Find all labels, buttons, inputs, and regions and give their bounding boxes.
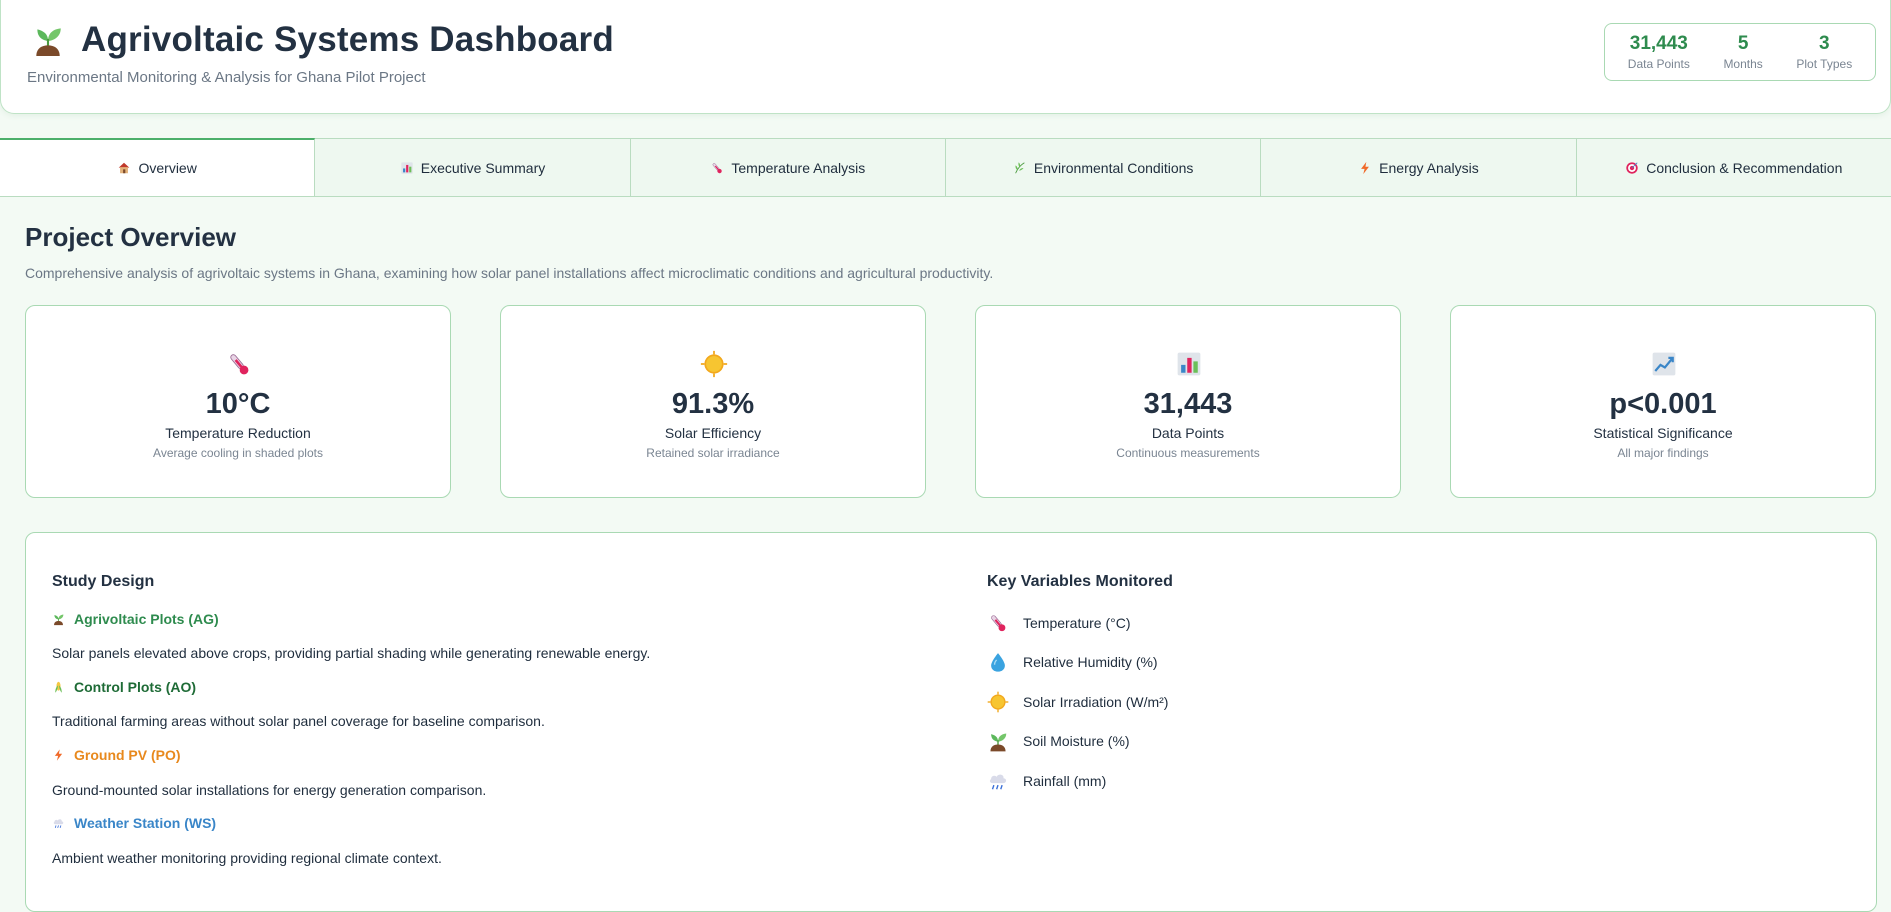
sun-icon [700,350,728,378]
variable-label: Soil Moisture (%) [1023,733,1130,749]
seedling-icon [52,612,65,626]
variables-title: Key Variables Monitored [987,573,1173,590]
page-subtitle: Environmental Monitoring & Analysis for … [27,69,426,86]
study-design-title: Study Design [52,573,155,590]
droplet-icon [987,651,1009,673]
metric-value: p<0.001 [1609,388,1717,420]
metric-label: Temperature Reduction [165,425,311,441]
variable-label: Relative Humidity (%) [1023,654,1158,670]
stat-value: 3 [1819,33,1830,54]
lightning-icon [1358,161,1372,175]
metric-label: Data Points [1151,425,1225,441]
tab-label: Overview [138,160,197,176]
metric-subtext: Continuous measurements [1116,446,1260,460]
stat-value: 5 [1737,33,1749,54]
plot-type-control: Control Plots (AO) [52,679,196,695]
plot-description: Ground-mounted solar installations for e… [52,782,487,798]
metric-subtext: All major findings [1617,446,1709,460]
variable-humidity: Relative Humidity (%) [987,651,1158,673]
metric-card-solar-efficiency: 91.3% Solar Efficiency Retained solar ir… [500,305,926,498]
metric-value: 91.3% [671,388,755,420]
variable-rainfall: Rainfall (mm) [987,770,1106,792]
tab-label: Executive Summary [420,159,546,176]
metric-cards: 10°C Temperature Reduction Average cooli… [25,305,1877,498]
stat-label: Plot Types [1796,57,1853,71]
plot-type-agrivoltaic: Agrivoltaic Plots (AG) [52,611,219,627]
sun-icon [987,691,1009,713]
tab-environmental-conditions[interactable]: Environmental Conditions [946,139,1262,196]
study-design-panel: Study Design Agrivoltaic Plots (AG) Sola… [25,532,1877,912]
page-title: Agrivoltaic Systems Dashboard [81,20,614,59]
metric-value: 10°C [205,388,271,420]
plot-type-weather-station: Weather Station (WS) [52,815,216,831]
plot-name: Control Plots (AO) [74,679,197,695]
plot-name: Weather Station (WS) [74,815,217,831]
corn-icon [52,680,65,694]
rain-cloud-icon [987,770,1009,792]
metric-label: Statistical Significance [1593,425,1733,441]
tab-label: Temperature Analysis [731,159,866,176]
thermometer-icon [987,612,1009,634]
tab-label: Conclusion & Recommendation [1646,159,1843,176]
lightning-icon [52,748,65,762]
seedling-icon [31,20,65,60]
header-stats: 31,443 Data Points 5 Months 3 Plot Types [1604,23,1876,81]
variable-label: Solar Irradiation (W/m²) [1023,694,1169,710]
tab-bar: Overview Executive Summary Temperature A… [0,138,1891,197]
tab-conclusion[interactable]: Conclusion & Recommendation [1577,139,1891,196]
plot-description: Solar panels elevated above crops, provi… [52,645,651,661]
trend-up-icon [1650,350,1678,378]
variable-irradiation: Solar Irradiation (W/m²) [987,691,1168,713]
metric-subtext: Average cooling in shaded plots [153,446,323,460]
tab-temperature-analysis[interactable]: Temperature Analysis [631,139,946,196]
dashboard-header: Agrivoltaic Systems Dashboard Environmen… [0,0,1891,114]
stat-label: Months [1723,57,1763,71]
thermometer-icon [710,161,724,175]
seedling-icon [987,730,1009,752]
plot-name: Ground PV (PO) [74,747,181,763]
plot-description: Ambient weather monitoring providing reg… [52,850,442,866]
tab-energy-analysis[interactable]: Energy Analysis [1261,139,1577,196]
house-icon [117,161,131,175]
herb-icon [1013,161,1027,175]
stat-data-points: 31,443 Data Points [1628,33,1690,71]
section-description: Comprehensive analysis of agrivoltaic sy… [25,265,994,281]
metric-subtext: Retained solar irradiance [646,446,780,460]
bar-chart-icon [400,161,414,175]
plot-type-ground-pv: Ground PV (PO) [52,747,181,763]
variable-soil-moisture: Soil Moisture (%) [987,730,1130,752]
section-title: Project Overview [25,222,236,252]
stat-months: 5 Months [1723,33,1762,71]
bar-chart-icon [1175,350,1203,378]
tab-label: Energy Analysis [1379,159,1479,176]
metric-card-temperature: 10°C Temperature Reduction Average cooli… [25,305,451,498]
metric-card-significance: p<0.001 Statistical Significance All maj… [1450,305,1876,498]
plot-description: Traditional farming areas without solar … [52,713,545,729]
rain-cloud-icon [52,816,65,830]
variable-label: Rainfall (mm) [1023,773,1107,789]
metric-label: Solar Efficiency [664,425,762,441]
stat-plot-types: 3 Plot Types [1796,33,1852,71]
plot-name: Agrivoltaic Plots (AG) [74,611,219,627]
stat-label: Data Points [1627,57,1690,71]
variable-temperature: Temperature (°C) [987,612,1131,634]
metric-value: 31,443 [1143,388,1233,420]
variable-label: Temperature (°C) [1023,615,1131,631]
tab-overview[interactable]: Overview [0,138,316,196]
tab-label: Environmental Conditions [1033,159,1194,176]
tab-executive-summary[interactable]: Executive Summary [315,139,631,196]
metric-card-data-points: 31,443 Data Points Continuous measuremen… [975,305,1401,498]
thermometer-icon [225,350,253,378]
stat-value: 31,443 [1629,33,1688,54]
target-icon [1625,161,1639,175]
brand: Agrivoltaic Systems Dashboard [31,20,614,60]
